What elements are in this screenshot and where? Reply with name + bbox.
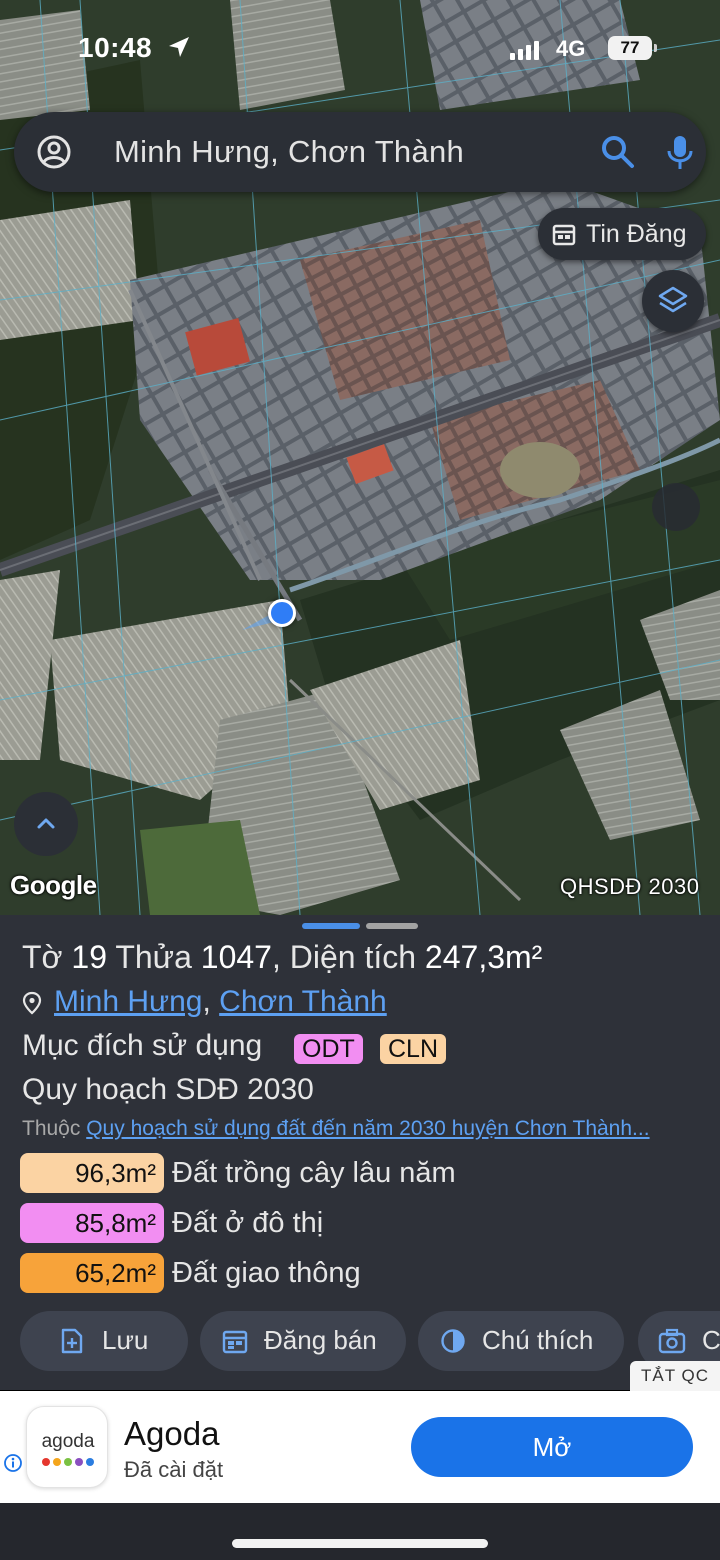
app-icon[interactable]: agoda [26,1406,108,1488]
sell-label: Đăng bán [264,1325,377,1355]
purpose-tag-cln: CLN [380,1034,447,1064]
parcel-location: Minh Hưng, Chơn Thành [54,985,387,1019]
status-time: 10:48 [78,32,153,63]
search-input[interactable]: Minh Hưng, Chơn Thành [114,134,464,170]
area-chip: 65,2m² [20,1253,164,1293]
area-chip: 85,8m² [20,1203,164,1243]
chevron-up-icon [37,818,55,829]
plot-label: Thửa [115,939,192,975]
search-bar[interactable]: Minh Hưng, Chơn Thành [14,112,706,192]
photo-label: C [702,1325,720,1355]
info-icon[interactable] [3,1453,23,1473]
location-separator: , [202,985,211,1018]
account-icon[interactable] [36,134,72,170]
parcel-title: Tờ 19 Thửa 1047, Diện tích 247,3m² [22,939,542,976]
camera-icon [658,1328,686,1354]
sheet-label: Tờ [22,939,63,975]
parcel-area: 247,3m² [424,939,543,975]
belongs-line: Thuộc Quy hoạch sử dụng đất đến năm 2030… [22,1117,720,1141]
home-area [0,1503,720,1560]
home-indicator[interactable] [232,1539,488,1548]
sheet-page-indicator-active[interactable] [302,923,360,929]
save-button[interactable]: Lưu [20,1311,188,1371]
purpose-label: Mục đích sử dụng [22,1029,263,1062]
save-label: Lưu [102,1325,149,1355]
layers-icon [658,286,688,313]
open-app-button[interactable]: Mở [411,1417,693,1477]
area-label: Đất giao thông [172,1257,361,1289]
plan-title: Quy hoạch SDĐ 2030 [22,1073,314,1106]
signal-icon [510,41,539,60]
plan-layer-label: QHSDĐ 2030 [560,874,700,899]
sheet-number: 19 [71,939,108,975]
belongs-prefix: Thuộc [22,1117,81,1140]
sheet-page-indicator[interactable] [366,923,418,929]
legend-icon [441,1329,465,1353]
area-label: Đất ở đô thị [172,1207,324,1239]
area-label: , Diện tích [271,939,417,975]
area-row: 85,8m² Đất ở đô thị [20,1203,710,1243]
area-label: Đất trồng cây lâu năm [172,1157,456,1189]
close-ad-button[interactable]: TẮT QC [630,1361,720,1391]
legend-button[interactable]: Chú thích [418,1311,624,1371]
ad-app-status: Đã cài đặt [124,1457,224,1482]
battery-indicator: 77 [608,36,657,60]
expand-button[interactable] [14,792,78,856]
ad-app-name: Agoda [124,1415,220,1452]
area-row: 96,3m² Đất trồng cây lâu năm [20,1153,710,1193]
area-chip: 96,3m² [20,1153,164,1193]
google-attribution: Google [10,870,97,900]
calendar-icon [552,224,576,246]
action-bar: Lưu Đăng bán Chú thích C [0,1311,720,1375]
save-icon [61,1328,83,1354]
district-link[interactable]: Chơn Thành [219,985,387,1018]
listings-button[interactable]: Tin Đăng [538,208,706,260]
compass-button[interactable] [652,483,700,531]
status-bar: 10:48 4G 77 [0,0,720,100]
listings-label: Tin Đăng [586,220,687,248]
sell-icon [222,1330,248,1354]
plot-number: 1047 [200,939,272,975]
pin-icon [22,991,42,1015]
legend-label: Chú thích [482,1325,594,1355]
parcel-sheet[interactable]: Tờ 19 Thửa 1047, Diện tích 247,3m² Minh … [0,915,720,1390]
plan-link[interactable]: Quy hoạch sử dụng đất đến năm 2030 huyện… [86,1117,649,1140]
layers-button[interactable] [642,270,704,332]
ad-banner[interactable]: agoda Agoda Đã cài đặt Mở [0,1391,720,1503]
network-type: 4G [556,36,586,61]
location-arrow-icon [169,37,189,57]
ward-link[interactable]: Minh Hưng [54,985,202,1018]
sell-button[interactable]: Đăng bán [200,1311,406,1371]
search-icon[interactable] [598,132,638,172]
current-location-marker [268,599,296,627]
map-view[interactable]: 10:48 4G 77 Minh Hưng, Chơn Thành Tin Đă… [0,0,720,915]
app-icon-word: agoda [41,1431,95,1452]
mic-icon[interactable] [660,132,700,172]
agoda-dots-icon [42,1458,94,1466]
area-row: 65,2m² Đất giao thông [20,1253,710,1293]
purpose-tag-odt: ODT [294,1034,363,1064]
